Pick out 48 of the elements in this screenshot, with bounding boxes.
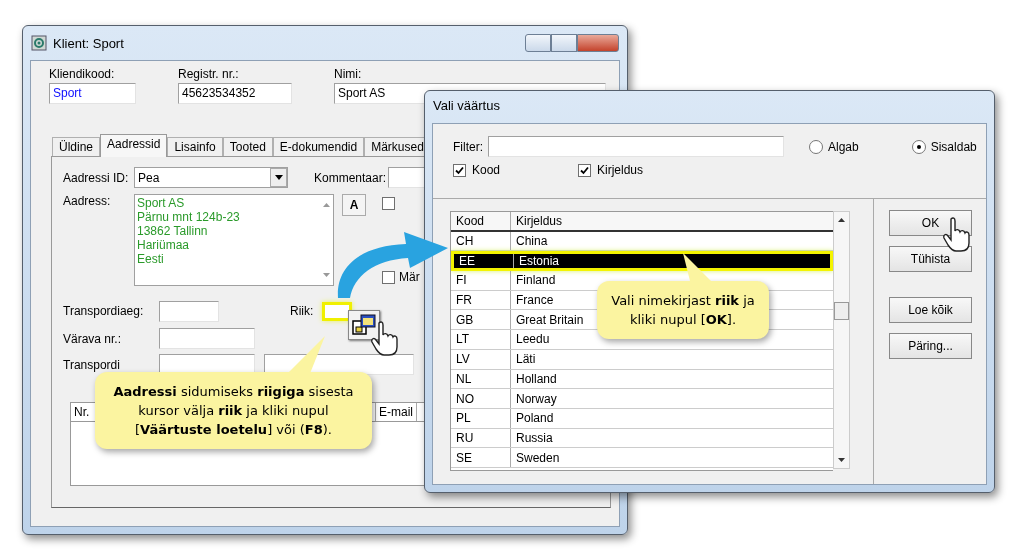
table-cell-text: Great Britain (515, 312, 584, 327)
checkbox-label: Mär (399, 270, 420, 284)
field-label: Värava nr.: (63, 331, 123, 346)
radio-label: Algab (828, 139, 859, 154)
table-cell: RU (451, 428, 511, 448)
table-cell: CH (451, 231, 511, 251)
table-cell: EE (454, 254, 514, 269)
table-cell-text: Leedu (515, 332, 550, 347)
table-cell: FR (451, 290, 511, 310)
table-cell-text: Sweden (515, 450, 560, 465)
table-cell: PL (451, 408, 511, 428)
table-cell-text: Poland (515, 411, 554, 426)
address-line: Eesti (137, 252, 165, 266)
table-cell: SE (451, 448, 511, 467)
field-label: Nimi: (334, 67, 363, 81)
address-line: Pärnu mnt 124b-23 (137, 210, 241, 224)
field-label: Filter: (453, 139, 483, 154)
table-cell-text: Estonia (518, 254, 560, 269)
table-cell-text: Läti (515, 352, 536, 367)
field-label: Riik: (290, 304, 314, 318)
field-label: Registr. nr.: (178, 67, 240, 81)
field-label: Aadress: (63, 194, 112, 208)
field-label: Aadressi ID: (63, 170, 130, 185)
address-line: 13862 Tallinn (137, 224, 209, 238)
address-line: Hariümaa (137, 238, 191, 252)
table-cell: LV (451, 349, 511, 369)
window-title: Vali väärtus (432, 97, 501, 115)
field-label: Kommentaar: (314, 170, 387, 185)
table-cell: FI (451, 271, 511, 290)
radio-label: Sisaldab (930, 139, 977, 154)
table-cell-text: Holland (515, 371, 557, 386)
field-label: Kliendikood: (49, 67, 116, 81)
checkbox-label: Kirjeldus (597, 163, 644, 177)
table-cell-text: Finland (515, 273, 556, 288)
window-title: Klient: Sport (53, 35, 124, 51)
table-cell-text: Norway (515, 391, 557, 406)
table-cell: LT (451, 330, 511, 349)
field-label: Transpordi (63, 357, 121, 372)
field-label: Transpordiaeg: (63, 304, 145, 318)
table-cell: NL (451, 369, 511, 389)
table-cell-text: Russia (515, 430, 553, 445)
address-line: Sport AS (137, 196, 186, 210)
table-cell: NO (451, 389, 511, 408)
table-cell-text: France (515, 293, 554, 308)
table-cell-text: China (515, 234, 548, 249)
dropdown-value: Pea (138, 170, 160, 185)
table-cell: GB (451, 310, 511, 330)
checkbox-label: Kood (472, 163, 501, 177)
